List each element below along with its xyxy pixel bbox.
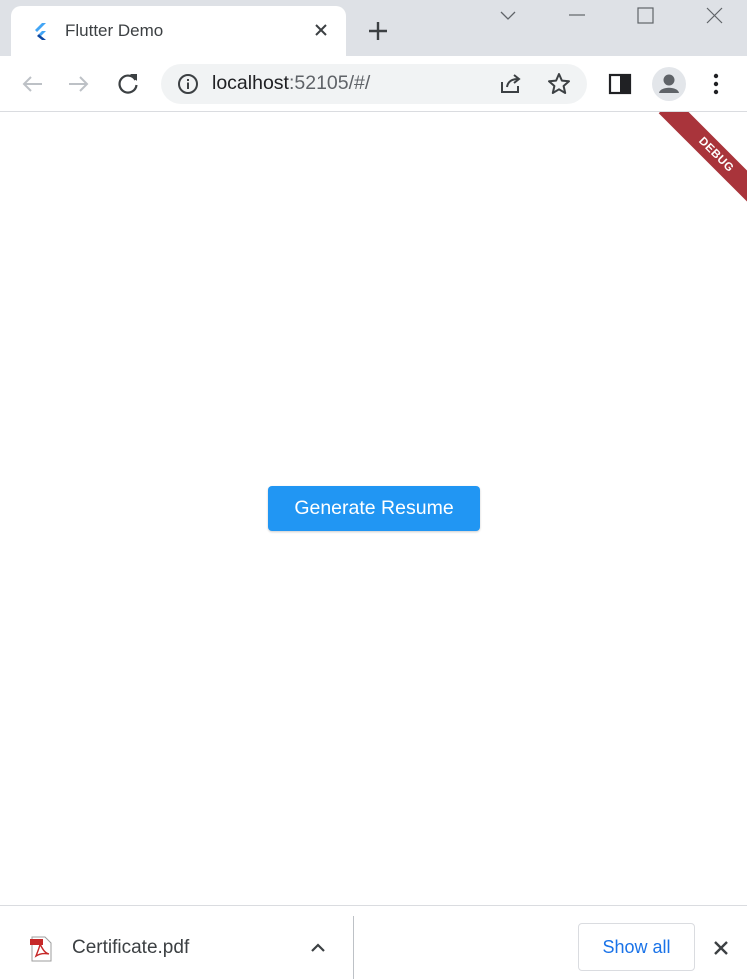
person-icon <box>659 74 679 93</box>
download-divider <box>353 916 354 979</box>
tab-title: Flutter Demo <box>65 21 164 40</box>
side-panel-icon[interactable] <box>604 68 636 100</box>
close-download-bar-icon[interactable] <box>709 936 733 960</box>
minimize-icon[interactable] <box>562 4 592 28</box>
kebab-menu-icon[interactable] <box>700 68 732 100</box>
url-host: localhost <box>212 72 289 94</box>
maximize-icon[interactable] <box>630 4 660 28</box>
tab-search-chevron-icon[interactable] <box>493 4 523 28</box>
forward-arrow-icon[interactable] <box>63 68 95 100</box>
flutter-app-content: DEBUG Generate Resume <box>0 112 747 905</box>
tab-strip: Flutter Demo <box>0 0 747 56</box>
flutter-logo-icon <box>35 23 46 40</box>
bookmark-star-icon[interactable] <box>546 71 572 97</box>
chevron-up-icon[interactable] <box>306 936 330 960</box>
back-arrow-icon[interactable] <box>16 68 48 100</box>
show-all-button[interactable]: Show all <box>578 923 695 971</box>
url-path: :52105/#/ <box>288 72 371 94</box>
share-icon[interactable] <box>498 71 524 97</box>
download-filename: Certificate.pdf <box>72 937 190 958</box>
tab-flutter-demo[interactable]: Flutter Demo <box>11 6 346 56</box>
site-info-icon[interactable] <box>177 73 199 95</box>
pdf-file-icon <box>30 936 52 962</box>
debug-banner-label: DEBUG <box>658 112 747 213</box>
download-item[interactable]: Certificate.pdf <box>0 906 354 979</box>
profile-avatar[interactable] <box>652 67 686 101</box>
reload-icon[interactable] <box>112 68 144 100</box>
window-close-icon[interactable] <box>699 4 729 28</box>
generate-resume-button[interactable]: Generate Resume <box>268 486 480 531</box>
browser-toolbar: localhost:52105/#/ <box>0 56 747 112</box>
download-shelf: Certificate.pdf Show all <box>0 905 747 979</box>
address-bar[interactable]: localhost:52105/#/ <box>161 64 587 104</box>
url-text[interactable]: localhost:52105/#/ <box>212 72 370 95</box>
new-tab-plus-icon[interactable] <box>364 17 392 45</box>
tab-close-icon[interactable] <box>311 20 331 40</box>
debug-banner: DEBUG <box>0 112 747 232</box>
